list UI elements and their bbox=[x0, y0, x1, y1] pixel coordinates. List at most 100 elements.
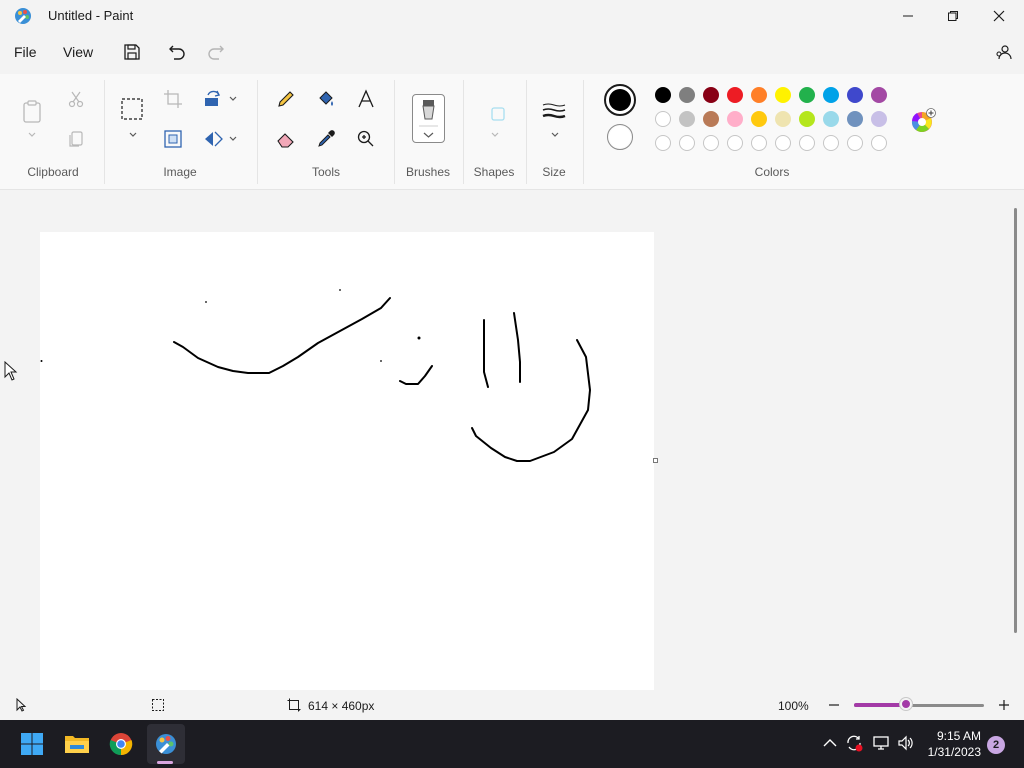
palette-color-swatch[interactable] bbox=[823, 87, 839, 103]
folder-icon bbox=[65, 736, 89, 753]
palette-color-swatch[interactable] bbox=[703, 87, 719, 103]
text-button[interactable] bbox=[353, 86, 379, 112]
minus-icon bbox=[829, 704, 839, 706]
palette-color-swatch[interactable] bbox=[871, 111, 887, 127]
palette-color-swatch[interactable] bbox=[799, 87, 815, 103]
chrome-button[interactable] bbox=[107, 730, 135, 758]
eraser-button[interactable] bbox=[273, 126, 299, 152]
restore-button[interactable] bbox=[930, 0, 976, 32]
flip-chevron-icon[interactable] bbox=[228, 134, 238, 144]
file-explorer-button[interactable] bbox=[63, 730, 91, 758]
text-icon bbox=[358, 89, 374, 108]
close-button[interactable] bbox=[976, 0, 1022, 32]
palette-color-swatch[interactable] bbox=[751, 111, 767, 127]
file-menu[interactable]: File bbox=[14, 44, 37, 60]
clock[interactable]: 9:15 AM 1/31/2023 bbox=[911, 728, 981, 760]
custom-color-slot[interactable] bbox=[871, 135, 887, 151]
custom-color-slot[interactable] bbox=[679, 135, 695, 151]
rotate-button[interactable] bbox=[200, 86, 226, 112]
drawn-dot bbox=[339, 289, 341, 291]
shapes-chevron-icon[interactable] bbox=[490, 130, 500, 140]
magnifier-button[interactable] bbox=[353, 126, 379, 152]
rotate-chevron-icon[interactable] bbox=[228, 94, 238, 104]
rectangle-select-icon bbox=[121, 98, 143, 120]
size-chevron-icon[interactable] bbox=[550, 130, 560, 140]
brushes-button[interactable] bbox=[412, 94, 445, 143]
paste-chevron-icon[interactable] bbox=[27, 130, 37, 140]
ribbon-separator bbox=[583, 80, 584, 184]
palette-color-swatch[interactable] bbox=[871, 87, 887, 103]
zoom-out-button[interactable] bbox=[826, 697, 842, 713]
select-button[interactable] bbox=[119, 96, 145, 122]
custom-color-slot[interactable] bbox=[775, 135, 791, 151]
crop-button[interactable] bbox=[160, 86, 186, 112]
minimize-button[interactable] bbox=[885, 0, 931, 32]
custom-color-slot[interactable] bbox=[751, 135, 767, 151]
custom-color-slot[interactable] bbox=[799, 135, 815, 151]
size-button[interactable] bbox=[541, 98, 567, 124]
flip-icon bbox=[205, 131, 223, 147]
paste-button[interactable] bbox=[19, 96, 45, 128]
ribbon-separator bbox=[394, 80, 395, 184]
view-menu[interactable]: View bbox=[63, 44, 93, 60]
close-icon bbox=[993, 10, 1005, 22]
zoom-percentage: 100% bbox=[778, 699, 809, 713]
windows-logo-icon bbox=[21, 733, 43, 755]
palette-color-swatch[interactable] bbox=[655, 111, 671, 127]
palette-color-swatch[interactable] bbox=[655, 87, 671, 103]
palette-color-swatch[interactable] bbox=[679, 111, 695, 127]
cut-button[interactable] bbox=[63, 86, 89, 112]
shapes-button[interactable] bbox=[486, 102, 510, 126]
palette-color-swatch[interactable] bbox=[823, 111, 839, 127]
custom-color-slot[interactable] bbox=[847, 135, 863, 151]
select-chevron-icon[interactable] bbox=[128, 130, 138, 140]
palette-color-swatch[interactable] bbox=[799, 111, 815, 127]
palette-color-swatch[interactable] bbox=[847, 111, 863, 127]
undo-button[interactable] bbox=[166, 41, 188, 63]
palette-color-swatch[interactable] bbox=[775, 87, 791, 103]
drawn-dot bbox=[417, 336, 421, 340]
palette-color-swatch[interactable] bbox=[679, 87, 695, 103]
resize-button[interactable] bbox=[160, 126, 186, 152]
sync-icon[interactable] bbox=[845, 734, 863, 752]
notification-badge[interactable]: 2 bbox=[987, 736, 1005, 754]
network-icon[interactable] bbox=[872, 734, 890, 752]
copy-button[interactable] bbox=[63, 126, 89, 152]
vertical-scrollbar[interactable] bbox=[1014, 208, 1017, 633]
account-button[interactable] bbox=[993, 41, 1015, 63]
palette-color-swatch[interactable] bbox=[847, 87, 863, 103]
drawing-canvas[interactable] bbox=[40, 232, 654, 690]
primary-color-button[interactable] bbox=[604, 84, 636, 116]
shape-rectangle-icon bbox=[491, 107, 505, 121]
paint-taskbar-button[interactable] bbox=[147, 724, 185, 764]
custom-color-slot[interactable] bbox=[655, 135, 671, 151]
paint-app-icon bbox=[15, 8, 31, 24]
zoom-slider-fill bbox=[854, 703, 906, 707]
custom-color-slot[interactable] bbox=[703, 135, 719, 151]
color-picker-button[interactable] bbox=[313, 126, 339, 152]
tools-group-label: Tools bbox=[311, 165, 340, 179]
palette-color-swatch[interactable] bbox=[751, 87, 767, 103]
zoom-in-button[interactable] bbox=[996, 697, 1012, 713]
secondary-color-button[interactable] bbox=[607, 124, 633, 150]
edit-colors-button[interactable] bbox=[910, 108, 936, 134]
palette-color-swatch[interactable] bbox=[775, 111, 791, 127]
canvas-resize-handle[interactable] bbox=[653, 458, 658, 463]
zoom-slider-thumb[interactable] bbox=[900, 698, 912, 710]
palette-color-swatch[interactable] bbox=[727, 111, 743, 127]
line-size-icon bbox=[542, 103, 566, 119]
custom-color-slot[interactable] bbox=[823, 135, 839, 151]
chevron-up-icon[interactable] bbox=[821, 734, 839, 752]
custom-color-slot[interactable] bbox=[727, 135, 743, 151]
palette-color-swatch[interactable] bbox=[703, 111, 719, 127]
fill-button[interactable] bbox=[313, 86, 339, 112]
drawn-dot bbox=[205, 301, 207, 303]
flip-button[interactable] bbox=[200, 126, 226, 152]
pencil-button[interactable] bbox=[273, 86, 299, 112]
redo-button[interactable] bbox=[205, 41, 227, 63]
start-button[interactable] bbox=[18, 730, 46, 758]
save-button[interactable] bbox=[121, 41, 143, 63]
window-title: Untitled - Paint bbox=[48, 8, 134, 23]
chrome-icon bbox=[109, 733, 133, 756]
palette-color-swatch[interactable] bbox=[727, 87, 743, 103]
